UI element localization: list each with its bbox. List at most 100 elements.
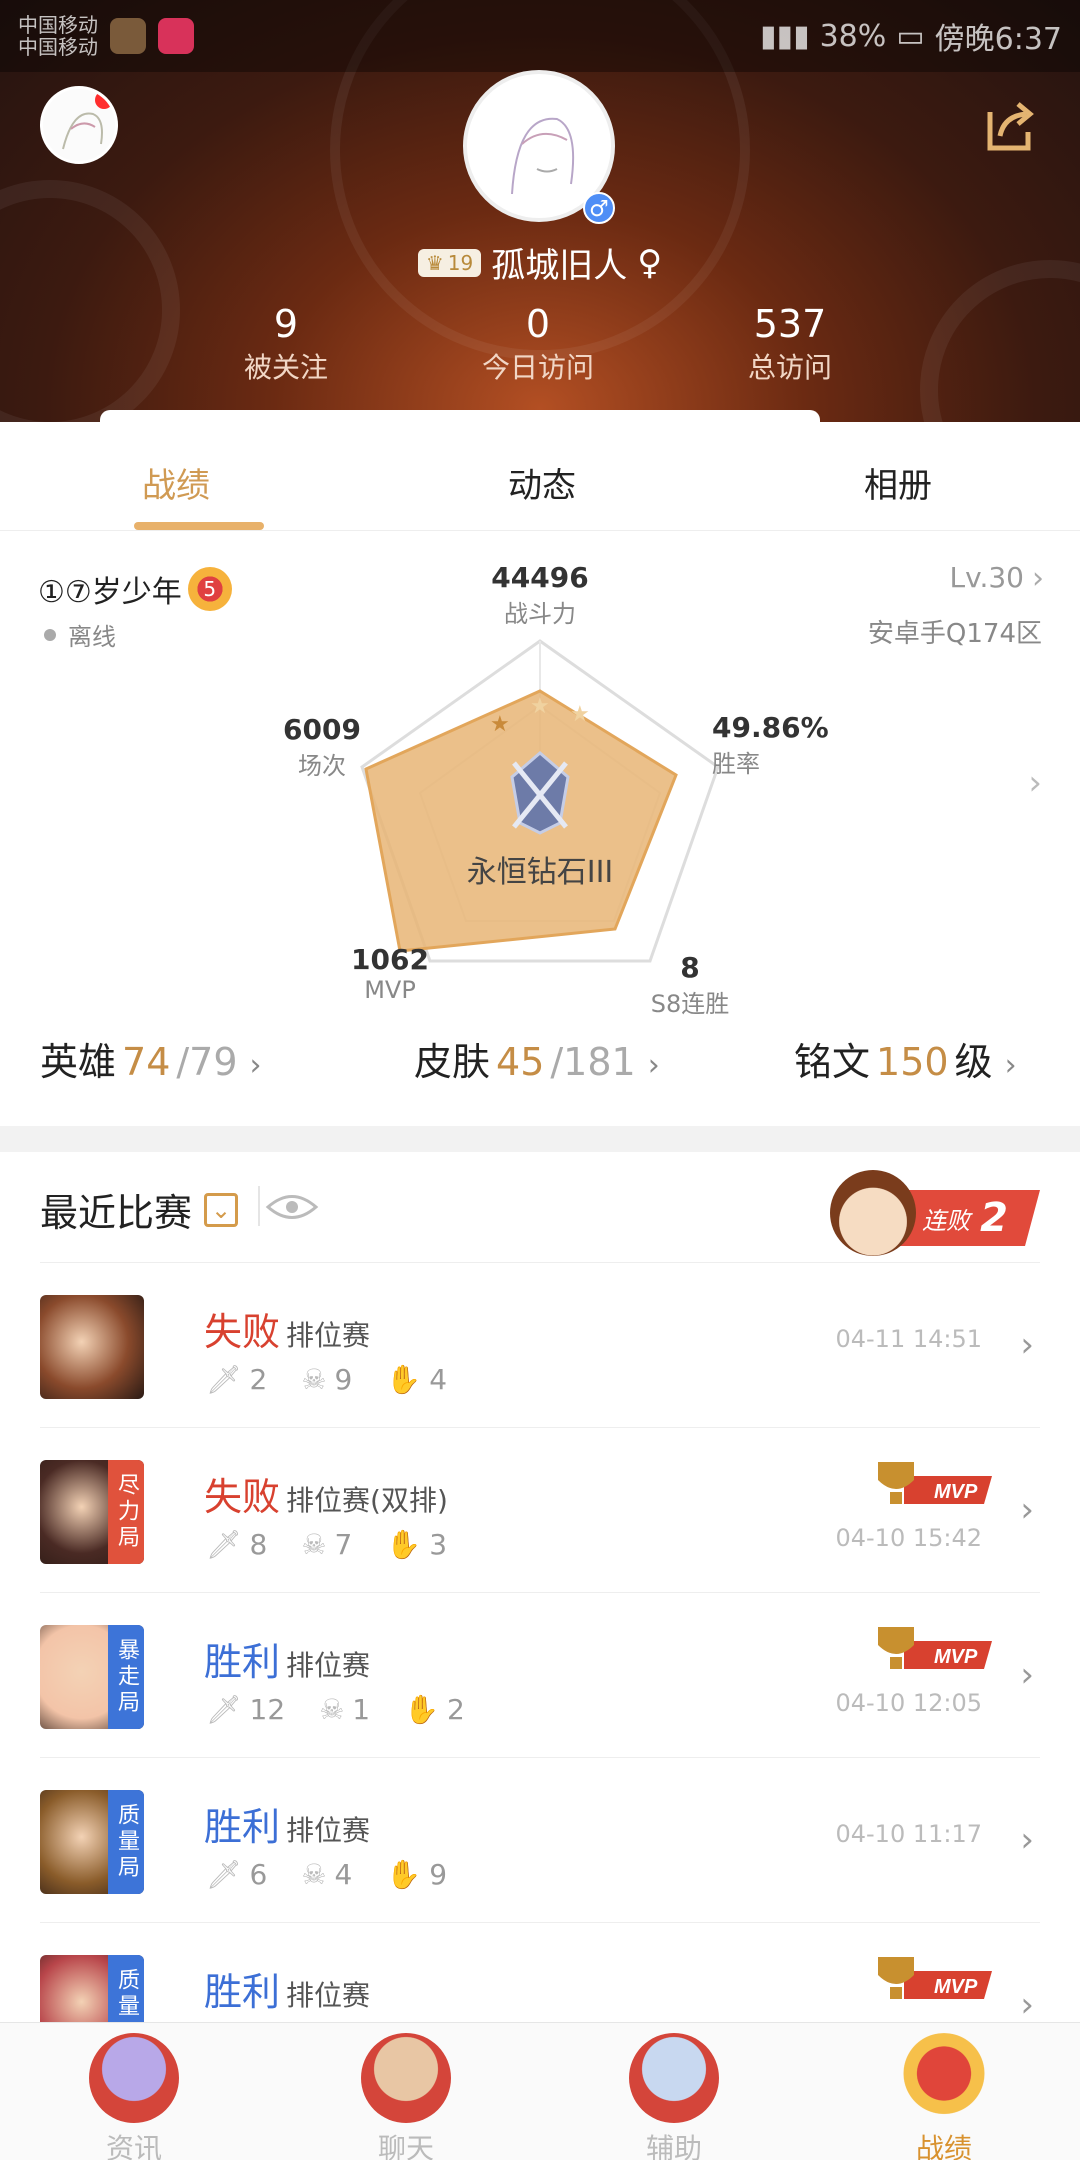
radar-win-rate: 49.86% 胜率 [712, 711, 829, 778]
assists-stat: ✋ 4 [386, 1363, 448, 1396]
sword-icon: 🗡 [206, 1693, 242, 1726]
mvp-trophy-icon: MVP [878, 1957, 992, 1999]
skull-icon: ☠ [301, 1363, 327, 1396]
gender-symbol: ♀ [637, 242, 663, 283]
star-icon: ★ [570, 702, 590, 727]
match-result: 失败 [204, 1475, 281, 1519]
star-icon: ★ [530, 694, 550, 719]
kda-stats: 🗡 2 ☠ 9 ✋ 4 [206, 1363, 467, 1396]
radar-games: 6009 场次 [283, 713, 361, 780]
skull-icon: ☠ [319, 1693, 345, 1726]
collection-counts: 英雄 74/79 › 皮肤 45/181 › 铭文 150 级 › [0, 1031, 1080, 1101]
match-result-line: 胜利 排位赛 [204, 1796, 370, 1851]
crying-hero-icon [830, 1170, 916, 1256]
name-row: ♛ 19 孤城旧人 ♀ [0, 238, 1080, 287]
game-profile-card[interactable]: ①⑦岁少年 5 离线 Lv.30 › 安卓手Q174区 ★ ★ ★ 44496 … [0, 530, 1080, 1126]
recent-matches-section: 最近比赛 ⌄ 连败 2 失败 排位赛 🗡 2 ☠ 9 ✋ 4 04-11 14:51 › 尽力局 失败… [0, 1152, 1080, 2059]
match-row[interactable]: 失败 排位赛 🗡 2 ☠ 9 ✋ 4 04-11 14:51 › [40, 1262, 1040, 1427]
tab-moments[interactable]: 动态 [508, 458, 576, 507]
kda-stats: 🗡 8 ☠ 7 ✋ 3 [206, 1528, 467, 1561]
skins-count-link[interactable]: 皮肤 45/181 › [414, 1031, 660, 1086]
svg-text:MVP: MVP [934, 1481, 978, 1503]
filter-dropdown-icon[interactable]: ⌄ [204, 1192, 239, 1227]
match-mode: 排位赛 [286, 1814, 371, 1847]
divider [258, 1186, 260, 1226]
match-mode: 排位赛 [286, 1319, 371, 1352]
nav-record[interactable]: 战绩 [874, 2033, 1014, 2160]
match-row[interactable]: 尽力局 失败 排位赛(双排) 🗡 8 ☠ 7 ✋ 3 MVP 04-10 15:42 › [40, 1427, 1040, 1592]
skull-icon: ☠ [301, 1858, 327, 1891]
bottom-navigation: 资讯 聊天 辅助 战绩 [0, 2022, 1080, 2160]
hero-portrait: 质量局 [40, 1790, 144, 1894]
radar-mvp: 1062 MVP [351, 943, 429, 1004]
notification-app-icon [158, 18, 194, 54]
chevron-right-icon: › [1004, 1048, 1017, 1083]
match-row[interactable]: 暴走局 胜利 排位赛 🗡 12 ☠ 1 ✋ 2 MVP 04-10 12:05 › [40, 1592, 1040, 1757]
assists-stat: ✋ 3 [386, 1528, 448, 1561]
visit-stats: 9 被关注 0 今日访问 537 总访问 [0, 300, 1080, 400]
chevron-right-icon: › [647, 1048, 660, 1083]
stat-total-visits[interactable]: 537 总访问 [680, 300, 900, 388]
stat-today-visits[interactable]: 0 今日访问 [428, 300, 648, 388]
match-time: 04-10 15:42 [835, 1524, 982, 1552]
chevron-right-icon[interactable]: › [1028, 763, 1042, 803]
notification-app-icon [110, 18, 146, 54]
match-result: 胜利 [204, 1805, 281, 1849]
svg-text:MVP: MVP [934, 1646, 978, 1668]
chevron-right-icon[interactable]: › [1020, 1985, 1034, 2025]
match-result-line: 胜利 排位赛 [204, 1961, 370, 2016]
nav-chat[interactable]: 聊天 [336, 2033, 476, 2160]
match-result-line: 失败 排位赛(双排) [204, 1466, 448, 1521]
chevron-right-icon[interactable]: › [1020, 1490, 1034, 1530]
battery-percent: 38% [819, 18, 887, 54]
tab-album[interactable]: 相册 [864, 458, 932, 507]
assist-mascot-icon [629, 2033, 719, 2123]
kda-stats: 🗡 12 ☠ 1 ✋ 2 [206, 1693, 485, 1726]
section-title: 最近比赛 [40, 1191, 193, 1235]
match-time: 04-10 11:17 [835, 1820, 982, 1848]
chevron-right-icon[interactable]: › [1020, 1655, 1034, 1695]
chevron-right-icon[interactable]: › [1020, 1820, 1034, 1860]
hero-portrait: 尽力局 [40, 1460, 144, 1564]
kills-stat: 🗡 2 [206, 1363, 268, 1396]
nickname: 孤城旧人 [491, 246, 628, 286]
crown-icon: ♛ [425, 250, 444, 275]
carrier-label: 中国移动 中国移动 [18, 13, 98, 59]
signal-icon: ▮▮▮ [760, 18, 810, 54]
hand-icon: ✋ [386, 1858, 422, 1891]
chat-mascot-icon [361, 2033, 451, 2123]
sword-icon: 🗡 [206, 1363, 242, 1396]
inscription-level-link[interactable]: 铭文 150 级 › [794, 1031, 1017, 1086]
sword-icon: 🗡 [206, 1528, 242, 1561]
clock: 傍晚6:37 [934, 22, 1062, 57]
match-row[interactable]: 质量局 胜利 排位赛 🗡 6 ☠ 4 ✋ 9 04-10 11:17 › [40, 1757, 1040, 1922]
deaths-stat: ☠ 4 [301, 1858, 353, 1891]
match-result-line: 失败 排位赛 [204, 1301, 370, 1356]
share-icon[interactable] [982, 98, 1038, 154]
status-bar: 中国移动 中国移动 ▮▮▮ 38% ▭ 傍晚6:37 [0, 0, 1080, 72]
mvp-trophy-icon: MVP [878, 1627, 992, 1669]
match-mode: 排位赛 [286, 1649, 371, 1682]
stat-followers[interactable]: 9 被关注 [176, 300, 396, 388]
profile-tabs: 战绩 动态 相册 [0, 410, 1080, 530]
battery-icon: ▭ [896, 18, 925, 54]
match-result: 胜利 [204, 1640, 281, 1684]
svg-text:MVP: MVP [934, 1976, 978, 1998]
user-avatar-button[interactable] [40, 86, 118, 164]
sword-icon: 🗡 [206, 1858, 242, 1891]
tab-bar-notch [100, 410, 820, 430]
notification-dot [95, 91, 113, 109]
tab-record[interactable]: 战绩 [142, 458, 210, 507]
chevron-right-icon[interactable]: › [1020, 1325, 1034, 1365]
record-mascot-icon [899, 2033, 989, 2123]
deaths-stat: ☠ 7 [301, 1528, 353, 1561]
nav-news[interactable]: 资讯 [64, 2033, 204, 2160]
gender-badge: ♂ [583, 192, 615, 224]
kda-stats: 🗡 6 ☠ 4 ✋ 9 [206, 1858, 467, 1891]
heroes-count-link[interactable]: 英雄 74/79 › [40, 1031, 262, 1086]
nav-assist[interactable]: 辅助 [604, 2033, 744, 2160]
active-tab-indicator [134, 522, 264, 530]
match-result: 失败 [204, 1310, 281, 1354]
eye-visibility-icon[interactable] [262, 1190, 322, 1224]
match-quality-tag: 质量局 [108, 1790, 144, 1894]
